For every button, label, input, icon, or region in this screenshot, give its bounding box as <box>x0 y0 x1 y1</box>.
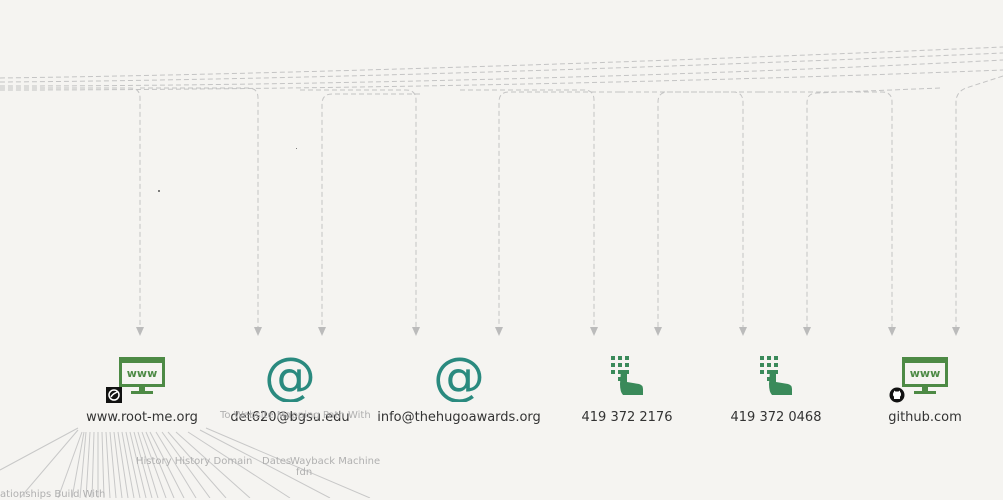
faded-edge-label: Wayback Machine <box>290 456 381 467</box>
arrow-head <box>136 327 144 336</box>
arrow-head <box>254 327 262 336</box>
arrow-head <box>318 327 326 336</box>
svg-text:www: www <box>127 367 158 380</box>
svg-text:www: www <box>910 367 941 380</box>
faded-edge-label: Dates <box>262 456 292 467</box>
faded-edge-label: fdn <box>296 467 313 478</box>
edges-group <box>0 46 1003 330</box>
edge-link <box>0 59 1003 87</box>
arrow-head <box>739 327 747 336</box>
edge-link <box>300 89 417 330</box>
arrow-head <box>495 327 503 336</box>
keypad-icon <box>611 356 643 395</box>
edge-link <box>0 87 141 330</box>
svg-text:@: @ <box>264 350 316 402</box>
node-website-github[interactable]: www github.com <box>835 356 1003 425</box>
edge-link <box>806 87 941 330</box>
faded-edge-label: ationships Build With <box>0 489 106 500</box>
keypad-icon <box>760 356 792 395</box>
speck <box>296 148 297 149</box>
arrow-head <box>654 327 662 336</box>
edge-link <box>0 46 1003 79</box>
www-icon: www <box>119 357 165 394</box>
edge-link <box>140 87 259 330</box>
arrow-head <box>803 327 811 336</box>
edge-link <box>321 93 420 330</box>
node-email-bgsu[interactable]: @ det620@bgsu.edu <box>200 350 380 425</box>
arrow-head <box>590 327 598 336</box>
root-me-logo-icon <box>106 387 122 403</box>
arrow-head <box>412 327 420 336</box>
faded-edge-label: To Website Mapping Path With <box>220 410 371 421</box>
arrow-head <box>888 327 896 336</box>
edge-link <box>0 69 1003 91</box>
faded-edge-label: History History Domain <box>136 456 253 467</box>
github-icon <box>889 387 905 403</box>
arrow-head <box>952 327 960 336</box>
fan-line <box>0 427 79 471</box>
edge-link <box>657 91 760 330</box>
svg-text:@: @ <box>433 350 485 402</box>
node-label: github.com <box>888 410 962 425</box>
at-sign-icon: @ <box>264 350 316 402</box>
fan-line <box>105 431 111 498</box>
edge-link <box>620 91 744 330</box>
node-label: info@thehugoawards.org <box>377 410 541 425</box>
edge-link <box>760 91 893 330</box>
edge-link <box>460 89 595 330</box>
fan-line <box>19 429 79 498</box>
www-icon: www <box>902 357 948 394</box>
at-sign-icon: @ <box>433 350 485 402</box>
edge-link <box>498 91 620 330</box>
node-email-hugoawards[interactable]: @ info@thehugoawards.org <box>369 350 549 425</box>
speck <box>158 190 160 192</box>
fan-line <box>117 431 129 498</box>
arrowheads-group <box>136 327 960 336</box>
edge-link <box>955 75 1003 330</box>
